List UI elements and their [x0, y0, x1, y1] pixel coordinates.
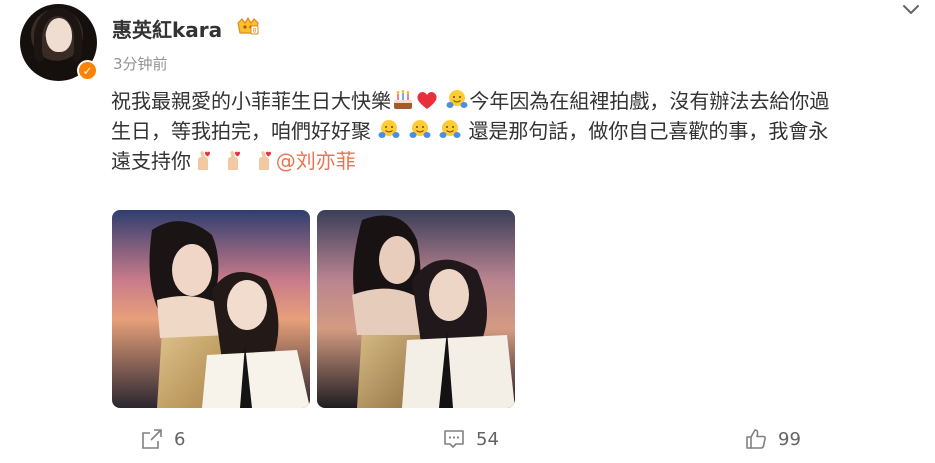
post-line: 遠支持你 @刘亦菲 [111, 146, 926, 176]
post-timestamp[interactable]: 3分钟前 [113, 53, 168, 74]
username[interactable]: 惠英紅kara [112, 14, 222, 43]
post-text-segment: 祝我最親愛的小菲菲生日大快樂 [111, 89, 391, 113]
hug-emoji [378, 120, 400, 138]
like-icon [746, 429, 766, 449]
share-icon [142, 429, 162, 449]
post-photo[interactable] [112, 210, 310, 408]
mention-link[interactable]: @刘亦菲 [276, 149, 356, 173]
post-line: 生日，等我拍完，咱們好好聚 還是那句話，做你自己喜歡的事，我會永 [111, 116, 926, 146]
hug-emoji [409, 120, 431, 138]
post-text-segment: 遠支持你 [111, 149, 191, 173]
finger-heart-emoji [258, 151, 271, 170]
svg-text:8: 8 [253, 28, 257, 35]
avatar-face [46, 18, 72, 52]
finger-heart-emoji [228, 151, 241, 170]
post-line: 祝我最親愛的小菲菲生日大快樂 今年因為在組裡拍戲，沒有辦法去給你過 [111, 86, 926, 116]
vip-icon[interactable]: 8 [236, 16, 260, 36]
post-text-segment: 今年因為在組裡拍戲，沒有辦法去給你過 [469, 89, 830, 113]
verified-icon: ✓ [77, 60, 98, 81]
share-button[interactable]: 6 [140, 426, 185, 452]
post-text-segment: 還是那句話，做你自己喜歡的事，我會永 [468, 119, 829, 143]
chevron-down-icon[interactable] [900, 2, 922, 18]
comment-count: 54 [476, 428, 499, 450]
post-content: 祝我最親愛的小菲菲生日大快樂 今年因為在組裡拍戲，沒有辦法去給你過 生日，等我拍… [111, 86, 926, 176]
like-button[interactable]: 99 [744, 426, 801, 452]
finger-heart-emoji [198, 151, 210, 170]
cake-emoji [394, 90, 412, 109]
comment-button[interactable]: 54 [442, 426, 499, 452]
heart-emoji [417, 92, 437, 109]
post-text-segment: 生日，等我拍完，咱們好好聚 [111, 119, 371, 143]
like-count: 99 [778, 428, 801, 450]
hug-emoji [446, 90, 468, 108]
hug-emoji [439, 120, 461, 138]
post-photo[interactable] [317, 210, 515, 408]
share-count: 6 [174, 428, 186, 450]
comment-icon [444, 430, 464, 448]
